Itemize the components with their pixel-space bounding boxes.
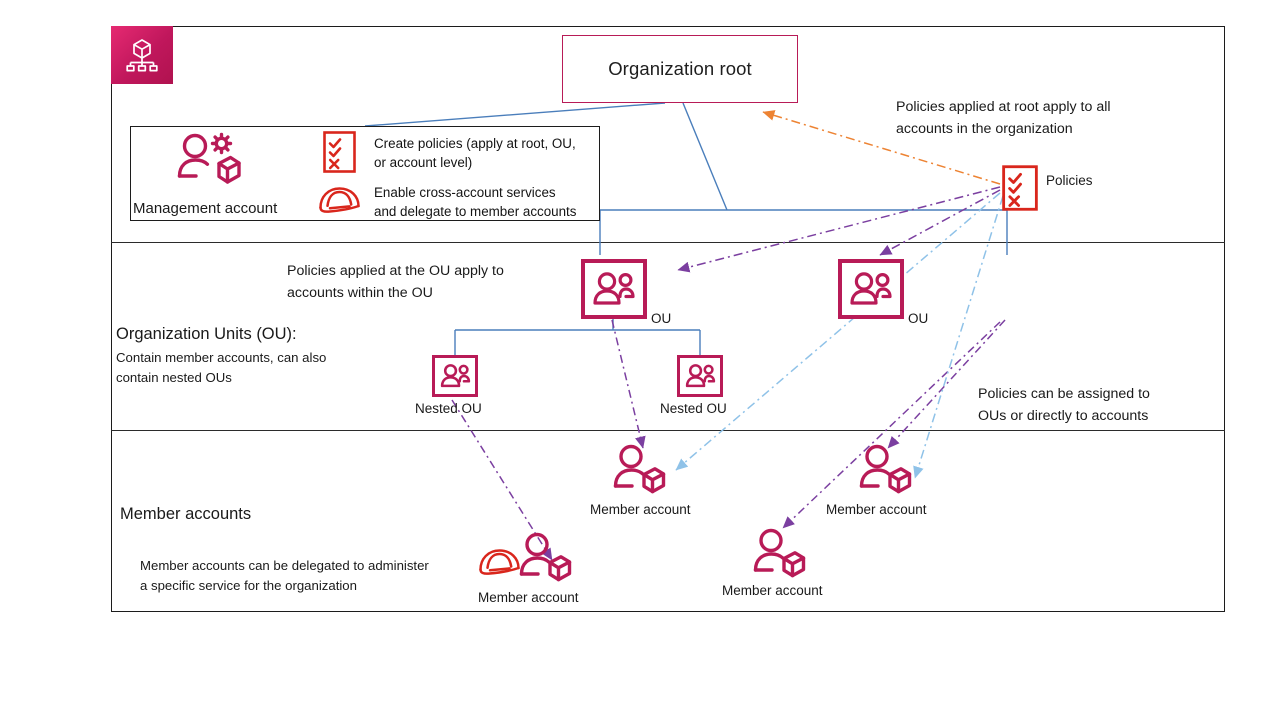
- member-account-delegated-label: Member account: [478, 590, 579, 605]
- nested-ou-left-node[interactable]: Nested OU: [415, 355, 482, 416]
- member-account-lower-label: Member account: [722, 583, 823, 598]
- ou-band-subtext: Contain member accounts, can also contai…: [116, 350, 327, 385]
- ou-left-label: OU: [651, 311, 672, 326]
- ou-users-icon: [593, 272, 635, 305]
- organization-root-label: Organization root: [608, 58, 752, 79]
- policies-icon-wrap[interactable]: [1002, 165, 1038, 216]
- nested-ou-right-node[interactable]: Nested OU: [660, 355, 727, 416]
- user-cube-icon: [613, 444, 666, 494]
- ou-right-icon-frame: [838, 259, 904, 319]
- management-account-icon-wrap: [176, 132, 242, 199]
- create-policies-icon-wrap: [323, 131, 356, 178]
- organizations-logo-icon: [126, 39, 158, 72]
- ou-left-node[interactable]: OU: [581, 259, 671, 326]
- policies-label: Policies: [1046, 173, 1093, 188]
- member-account-right-label: Member account: [826, 502, 927, 517]
- user-cube-icon: [859, 444, 912, 494]
- user-cube-icon: [753, 528, 806, 578]
- management-account-caption: Management account: [133, 200, 278, 217]
- policy-checklist-icon: [1002, 165, 1038, 211]
- ou-users-icon: [685, 364, 715, 388]
- note-delegation: Member accounts can be delegated to admi…: [140, 558, 429, 593]
- note-root-policy: Policies applied at root apply to all ac…: [896, 99, 1111, 137]
- nested-ou-right-icon-frame: [677, 355, 723, 397]
- create-policies-text: Create policies (apply at root, OU, or a…: [374, 136, 576, 171]
- nested-ou-right-label: Nested OU: [660, 401, 727, 416]
- nested-ou-left-label: Nested OU: [415, 401, 482, 416]
- ou-right-label: OU: [908, 311, 929, 326]
- ou-users-icon: [850, 272, 892, 305]
- note-ou-policy: Policies applied at the OU apply to acco…: [287, 263, 504, 301]
- member-accounts-band-title: Member accounts: [120, 505, 252, 523]
- enable-cross-account-icon-wrap: [318, 184, 362, 219]
- ou-users-icon: [440, 364, 470, 388]
- user-cube-icon: [519, 532, 572, 582]
- member-account-right-node[interactable]: Member account: [826, 444, 927, 517]
- band-divider-ou: [111, 242, 1225, 243]
- note-policy-assignment: Policies can be assigned to OUs or direc…: [978, 386, 1150, 424]
- ou-band-heading: Organization Units (OU):: [116, 325, 297, 343]
- policy-checklist-icon: [323, 131, 356, 173]
- nested-ou-left-icon-frame: [432, 355, 478, 397]
- member-account-lower-node[interactable]: Member account: [722, 528, 823, 598]
- user-gear-cube-icon: [177, 132, 241, 184]
- organization-root-box[interactable]: Organization root: [562, 35, 798, 103]
- member-account-center-label: Member account: [590, 502, 691, 517]
- member-account-center-node[interactable]: Member account: [590, 444, 691, 517]
- organizations-logo-tile: [111, 26, 173, 84]
- ou-right-node[interactable]: OU: [838, 259, 928, 326]
- enable-cross-account-text: Enable cross-account services and delega…: [374, 185, 577, 220]
- diagram-canvas: Organization root Management account Cre…: [0, 0, 1280, 720]
- ou-left-icon-frame: [581, 259, 647, 319]
- band-divider-member: [111, 430, 1225, 431]
- hard-hat-icon: [479, 549, 520, 575]
- hard-hat-icon: [319, 187, 360, 213]
